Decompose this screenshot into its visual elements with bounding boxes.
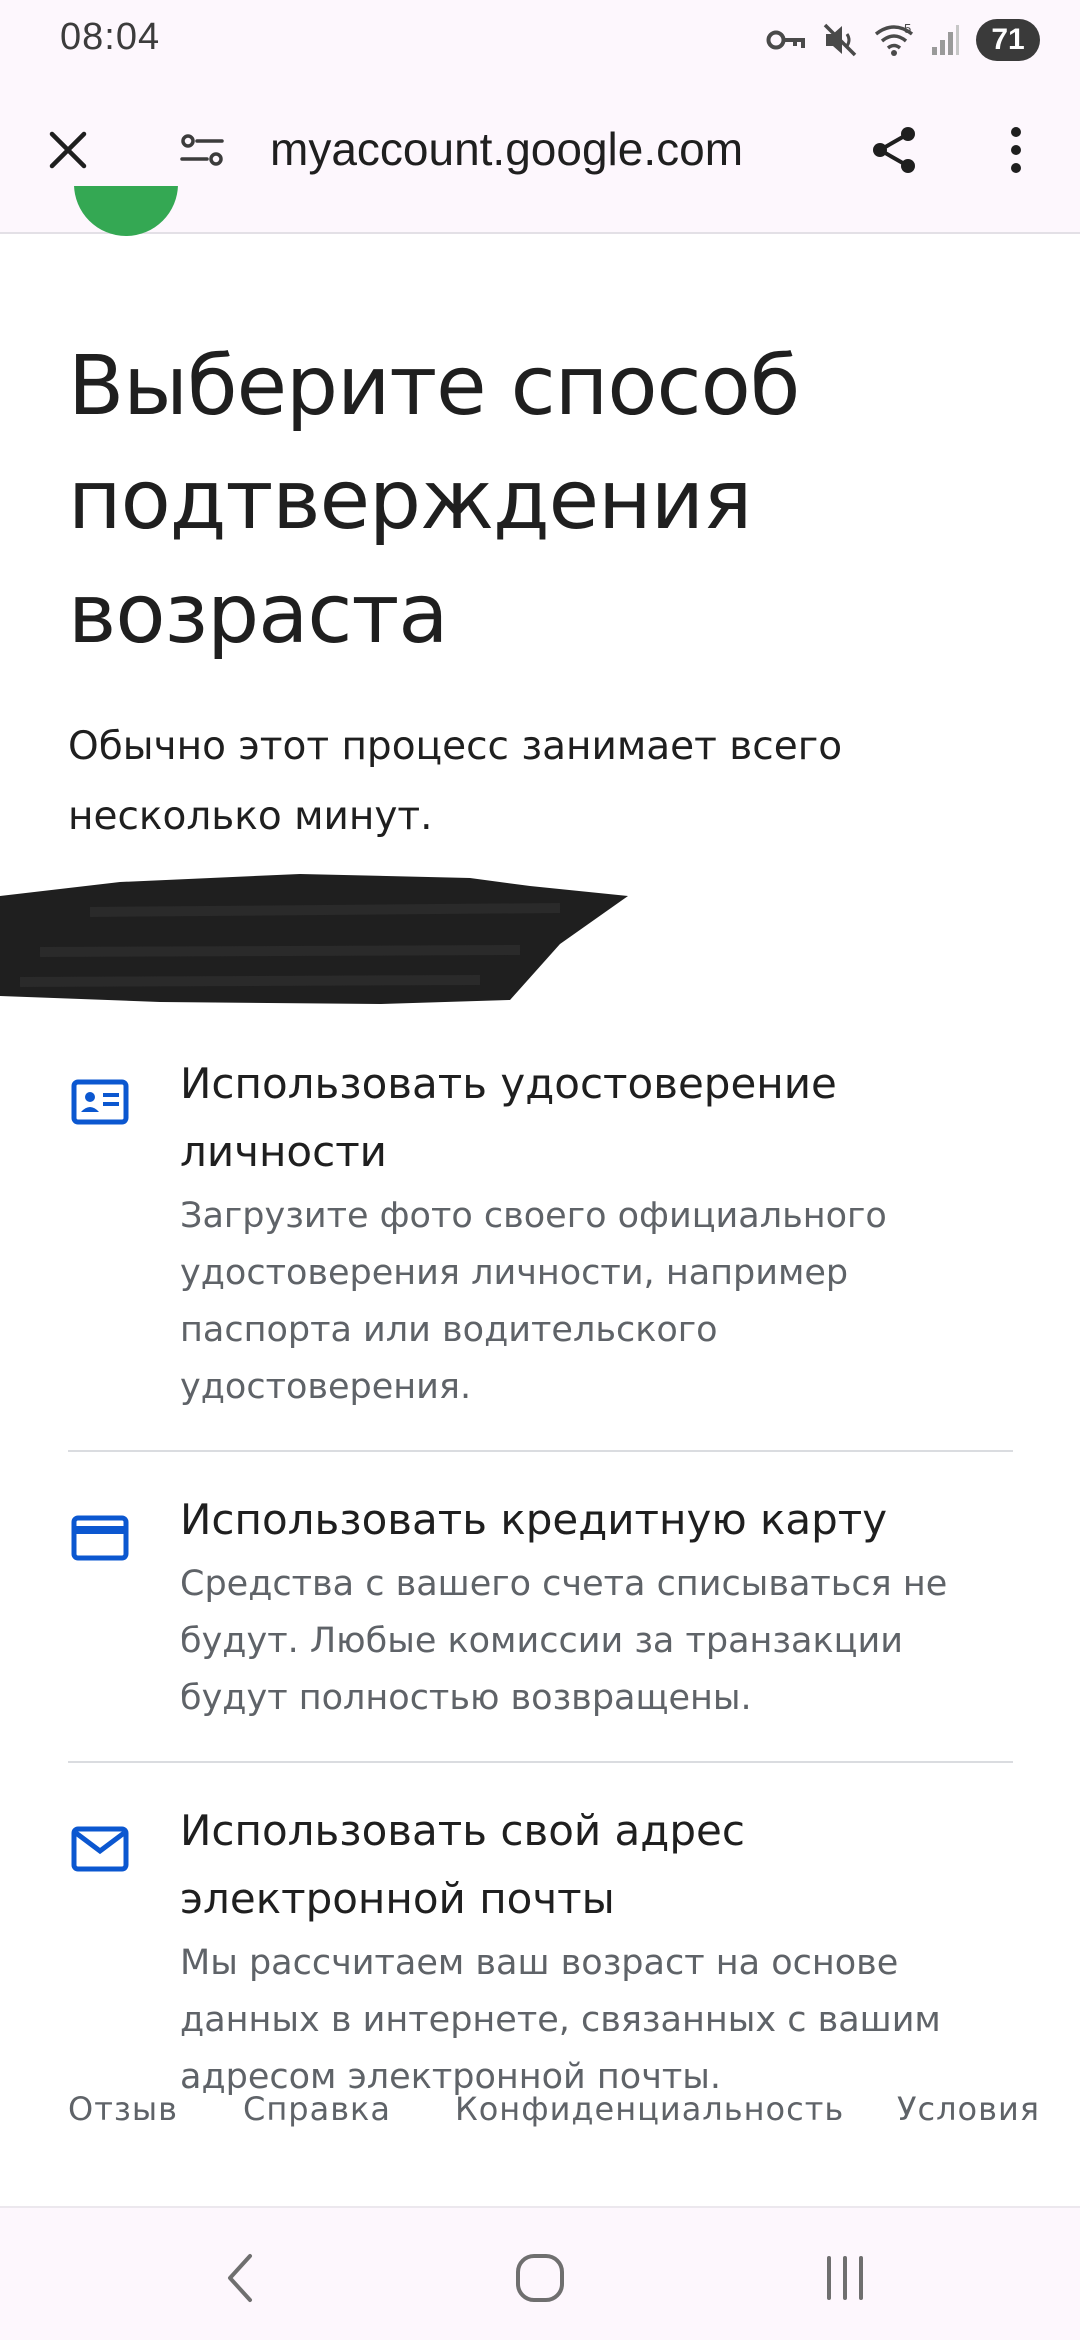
battery-level: 71: [991, 23, 1025, 56]
mail-icon: [71, 1826, 129, 1872]
page-subtitle: Обычно этот процесс занимает всего неско…: [68, 724, 843, 839]
share-button[interactable]: [862, 118, 926, 182]
share-icon: [873, 127, 915, 173]
option-title: Использовать удостоверение личности: [180, 1059, 837, 1176]
id-card-icon: [71, 1079, 129, 1125]
site-settings-icon: [180, 134, 224, 166]
redaction-mark: [0, 874, 628, 1004]
site-settings-button[interactable]: [170, 118, 234, 182]
close-button[interactable]: [36, 118, 100, 182]
option-description: Средства с вашего счета списываться не б…: [180, 1564, 948, 1718]
option-credit-card[interactable]: Использовать кредитную карту Средства с …: [68, 1450, 1013, 1761]
option-description: Загрузите фото своего официального удост…: [180, 1196, 887, 1407]
url-bar[interactable]: myaccount.google.com: [270, 122, 743, 176]
home-icon: [516, 2254, 564, 2302]
status-time: 08:04: [60, 16, 161, 58]
option-id-document[interactable]: Использовать удостоверение личности Загр…: [68, 1040, 1013, 1450]
footer-link-privacy[interactable]: Конфиденциальность: [455, 2090, 844, 2128]
verification-options: Использовать удостоверение личности Загр…: [68, 1040, 1013, 2140]
status-icons: 5 71: [766, 18, 1040, 62]
vpn-key-icon: [766, 26, 806, 54]
signal-icon: [930, 23, 960, 57]
footer-links: Отзыв Справка Конфиденциальность Условия: [68, 2090, 1068, 2140]
recents-icon: [827, 2256, 863, 2300]
option-title: Использовать кредитную карту: [180, 1495, 888, 1544]
option-description: Мы рассчитаем ваш возраст на основе данн…: [180, 1943, 941, 2097]
option-title: Использовать свой адрес электронной почт…: [180, 1806, 745, 1923]
nav-back-button[interactable]: [200, 2238, 280, 2318]
credit-card-icon: [71, 1515, 129, 1561]
wifi-badge: 5: [904, 22, 911, 36]
status-bar: 08:04 5 71: [0, 0, 1080, 82]
footer-link-feedback[interactable]: Отзыв: [68, 2090, 178, 2128]
page-title: Выберите способ подтверждения возраста: [68, 339, 800, 662]
mute-icon: [822, 22, 858, 58]
option-email[interactable]: Использовать свой адрес электронной почт…: [68, 1761, 1013, 2140]
footer-link-terms[interactable]: Условия: [897, 2090, 1040, 2128]
nav-recents-button[interactable]: [805, 2238, 885, 2318]
more-vert-icon: [1011, 127, 1021, 173]
footer-link-help[interactable]: Справка: [243, 2090, 391, 2128]
more-menu-button[interactable]: [984, 118, 1048, 182]
back-icon: [228, 2254, 252, 2302]
nav-home-button[interactable]: [500, 2238, 580, 2318]
close-icon: [49, 131, 87, 169]
battery-icon: 71: [976, 19, 1040, 61]
system-nav-bar: [0, 2206, 1080, 2340]
wifi-icon: 5: [874, 22, 914, 58]
account-logo: [74, 186, 178, 256]
